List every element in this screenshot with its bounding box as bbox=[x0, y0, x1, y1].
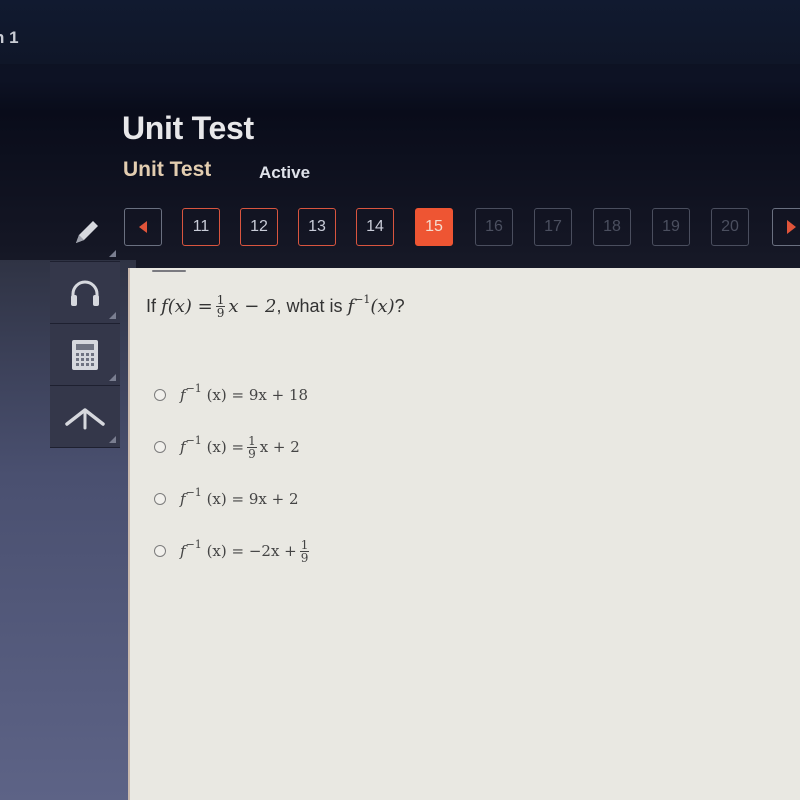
panel-tab-mark bbox=[152, 270, 186, 272]
option-arg: (x) = bbox=[206, 542, 245, 560]
fraction-denominator: 9 bbox=[248, 446, 256, 461]
assignment-subtitle: Unit Test bbox=[123, 158, 212, 181]
question-fraction: 1 9 bbox=[215, 294, 226, 320]
question-middle: , what is bbox=[276, 296, 343, 316]
next-button[interactable] bbox=[772, 208, 800, 246]
tool-menu-corner bbox=[109, 312, 116, 319]
page-button-12[interactable]: 12 bbox=[240, 208, 278, 246]
option-expression: 9x + 18 bbox=[248, 386, 309, 404]
answer-option-1[interactable]: f −1 (x) = 9x + 18 bbox=[154, 376, 312, 414]
calculator-icon bbox=[72, 339, 98, 370]
course-title-fragment: n 1 bbox=[0, 28, 19, 47]
arrow-up-tool-button[interactable] bbox=[50, 386, 120, 448]
answer-option-4[interactable]: f −1 (x) = −2x + 1 9 bbox=[154, 532, 312, 570]
fraction-numerator: 1 bbox=[299, 537, 310, 552]
option-sup: −1 bbox=[185, 537, 202, 551]
top-bar: n 1 bbox=[0, 0, 800, 64]
calculator-tool-button[interactable] bbox=[50, 324, 120, 386]
radio-button[interactable] bbox=[154, 493, 166, 505]
arrow-up-icon bbox=[65, 407, 105, 429]
tool-menu-corner bbox=[109, 250, 116, 257]
page-button-16: 16 bbox=[475, 208, 513, 246]
radio-button[interactable] bbox=[154, 389, 166, 401]
question-mark: ? bbox=[394, 296, 405, 316]
option-arg: (x) = bbox=[206, 490, 245, 508]
page-button-11[interactable]: 11 bbox=[182, 208, 220, 246]
option-text: f −1 (x) = 9x + 18 bbox=[180, 382, 309, 405]
answer-option-3[interactable]: f −1 (x) = 9x + 2 bbox=[154, 480, 312, 518]
page-button-15-current[interactable]: 15 bbox=[415, 208, 453, 246]
page-button-19: 19 bbox=[652, 208, 690, 246]
headphones-tool-button[interactable] bbox=[50, 262, 120, 324]
question-function: f(x) = bbox=[161, 296, 213, 317]
option-expression: 9x + 2 bbox=[248, 490, 299, 508]
option-arg: (x) = bbox=[206, 438, 245, 456]
tool-menu-corner bbox=[109, 374, 116, 381]
option-sup: −1 bbox=[185, 381, 202, 395]
option-text: f −1 (x) = 1 9 x + 2 bbox=[180, 433, 300, 460]
option-expression: −2x + bbox=[248, 542, 297, 560]
radio-button[interactable] bbox=[154, 441, 166, 453]
radio-button[interactable] bbox=[154, 545, 166, 557]
status-label: Active bbox=[259, 163, 311, 182]
headphones-icon bbox=[71, 280, 99, 306]
fraction-denominator: 9 bbox=[216, 306, 225, 320]
tool-menu-corner bbox=[109, 436, 116, 443]
option-fraction: 1 9 bbox=[247, 435, 257, 460]
option-text: f −1 (x) = −2x + 1 9 bbox=[180, 537, 312, 565]
previous-button[interactable] bbox=[124, 208, 162, 246]
page-button-13[interactable]: 13 bbox=[298, 208, 336, 246]
pencil-tool-button[interactable] bbox=[50, 200, 120, 262]
fraction-numerator: 1 bbox=[247, 433, 257, 448]
question-panel: If f(x) = 1 9 x − 2 , what is f −1 (x) ? f… bbox=[128, 268, 800, 800]
option-sup: −1 bbox=[185, 485, 202, 499]
page-button-17: 17 bbox=[534, 208, 572, 246]
question-prefix: If bbox=[146, 296, 157, 316]
page-button-20: 20 bbox=[711, 208, 749, 246]
triangle-right-icon bbox=[786, 220, 796, 234]
option-text: f −1 (x) = 9x + 2 bbox=[180, 486, 299, 509]
answer-options: f −1 (x) = 9x + 18 f −1 (x) = 1 9 x + 2 f −… bbox=[154, 376, 312, 570]
page-button-14[interactable]: 14 bbox=[356, 208, 394, 246]
page-title: Unit Test bbox=[122, 110, 254, 146]
inverse-argument: (x) bbox=[370, 296, 395, 317]
question-text: If f(x) = 1 9 x − 2 , what is f −1 (x) ? bbox=[146, 293, 405, 320]
option-fraction: 1 9 bbox=[299, 537, 310, 565]
answer-option-2[interactable]: f −1 (x) = 1 9 x + 2 bbox=[154, 428, 312, 466]
inverse-function: f bbox=[347, 296, 355, 317]
question-pager: 11 12 13 14 15 16 17 18 19 20 bbox=[124, 208, 800, 248]
question-expression: x − 2 bbox=[228, 296, 277, 317]
option-arg: (x) = bbox=[206, 386, 245, 404]
inverse-superscript: −1 bbox=[354, 293, 371, 306]
pencil-icon bbox=[76, 220, 98, 243]
tools-toolbar bbox=[50, 200, 122, 448]
option-sup: −1 bbox=[185, 433, 202, 447]
page-button-18: 18 bbox=[593, 208, 631, 246]
option-expression: x + 2 bbox=[259, 438, 300, 456]
triangle-left-icon bbox=[139, 221, 147, 233]
fraction-denominator: 9 bbox=[300, 550, 309, 565]
